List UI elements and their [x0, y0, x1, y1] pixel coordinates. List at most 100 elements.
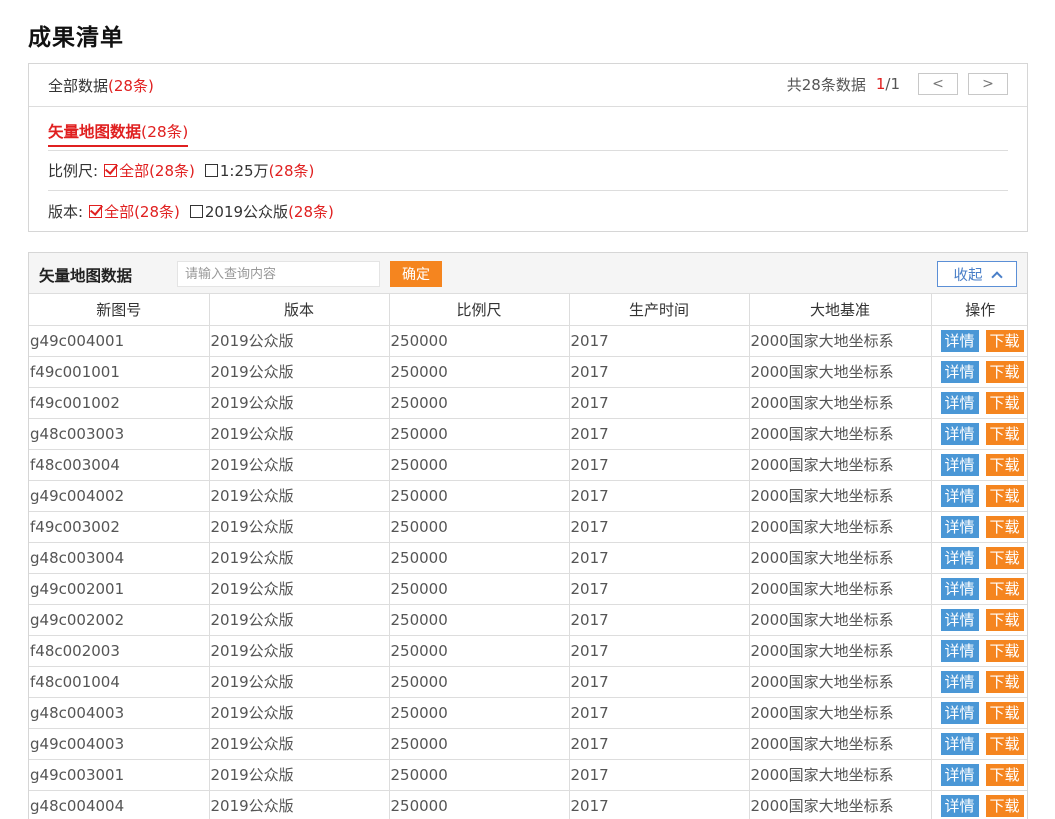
tab-vector-map-data[interactable]: 矢量地图数据(28条)	[48, 120, 189, 147]
version-option-all[interactable]: 全部 (28条)	[89, 201, 180, 222]
cell-map-number: f48c003004	[29, 449, 210, 481]
scale-option-250k[interactable]: 1:25万 (28条)	[204, 160, 314, 181]
prev-page-button[interactable]: <	[918, 73, 958, 95]
cell-actions: 详情 下载	[931, 759, 1027, 791]
cell-production-time: 2017	[569, 480, 750, 512]
divider	[48, 190, 1008, 191]
cell-scale: 250000	[389, 635, 570, 667]
cell-production-time: 2017	[569, 511, 750, 543]
download-button[interactable]: 下载	[985, 329, 1024, 352]
download-button[interactable]: 下载	[985, 608, 1024, 631]
chevron-up-icon	[990, 270, 1003, 283]
download-button[interactable]: 下载	[985, 577, 1024, 600]
cell-scale: 250000	[389, 325, 570, 357]
collapse-label: 收起	[953, 267, 983, 284]
collapse-button[interactable]: 收起	[937, 261, 1017, 287]
detail-button[interactable]: 详情	[940, 701, 979, 724]
download-button[interactable]: 下载	[985, 639, 1024, 662]
search-input[interactable]	[177, 261, 380, 287]
download-button[interactable]: 下载	[985, 794, 1024, 817]
detail-button[interactable]: 详情	[940, 391, 979, 414]
cell-actions: 详情 下载	[931, 511, 1027, 543]
cell-production-time: 2017	[569, 666, 750, 698]
cell-version: 2019公众版	[209, 635, 390, 667]
download-button[interactable]: 下载	[985, 422, 1024, 445]
detail-button[interactable]: 详情	[940, 639, 979, 662]
pager: 共28条数据 1/1 < >	[787, 73, 1008, 95]
column-header: 操作	[931, 294, 1027, 326]
table-body: g49c004001 2019公众版 250000 2017 2000国家大地坐标系 详情…	[29, 325, 1027, 819]
checkbox-checked-icon[interactable]	[89, 205, 103, 218]
cell-scale: 250000	[389, 604, 570, 636]
pager-total-pages: /1	[885, 75, 900, 93]
cell-actions: 详情 下载	[931, 325, 1027, 357]
checkbox-checked-icon[interactable]	[104, 164, 118, 177]
table-row: g49c004002 2019公众版 250000 2017 2000国家大地坐标系 详情…	[29, 480, 1027, 512]
download-button[interactable]: 下载	[985, 515, 1024, 538]
download-button[interactable]: 下载	[985, 546, 1024, 569]
scale-option-all[interactable]: 全部 (28条)	[104, 160, 195, 181]
detail-button[interactable]: 详情	[940, 608, 979, 631]
cell-scale: 250000	[389, 542, 570, 574]
column-header[interactable]: 大地基准	[749, 294, 932, 326]
detail-button[interactable]: 详情	[940, 453, 979, 476]
download-button[interactable]: 下载	[985, 670, 1024, 693]
cell-geodetic-datum: 2000国家大地坐标系	[749, 325, 932, 357]
cell-version: 2019公众版	[209, 759, 390, 791]
cell-version: 2019公众版	[209, 697, 390, 729]
cell-map-number: g49c002002	[29, 604, 210, 636]
detail-button[interactable]: 详情	[940, 670, 979, 693]
all-data-text: 全部数据	[48, 77, 109, 95]
cell-geodetic-datum: 2000国家大地坐标系	[749, 480, 932, 512]
detail-button[interactable]: 详情	[940, 360, 979, 383]
cell-geodetic-datum: 2000国家大地坐标系	[749, 728, 932, 760]
cell-scale: 250000	[389, 573, 570, 605]
checkbox-icon[interactable]	[189, 205, 203, 218]
detail-button[interactable]: 详情	[940, 577, 979, 600]
cell-actions: 详情 下载	[931, 387, 1027, 419]
detail-button[interactable]: 详情	[940, 422, 979, 445]
cell-actions: 详情 下载	[931, 604, 1027, 636]
option-label: 2019公众版	[204, 203, 289, 221]
all-data-count: (28条)	[108, 77, 154, 95]
detail-button[interactable]: 详情	[940, 546, 979, 569]
cell-actions: 详情 下载	[931, 418, 1027, 450]
column-header[interactable]: 新图号	[29, 294, 210, 326]
download-button[interactable]: 下载	[985, 732, 1024, 755]
detail-button[interactable]: 详情	[940, 515, 979, 538]
cell-version: 2019公众版	[209, 728, 390, 760]
download-button[interactable]: 下载	[985, 360, 1024, 383]
option-count: (28条)	[149, 162, 195, 180]
cell-scale: 250000	[389, 480, 570, 512]
next-page-button[interactable]: >	[968, 73, 1008, 95]
cell-production-time: 2017	[569, 542, 750, 574]
download-button[interactable]: 下载	[985, 484, 1024, 507]
cell-production-time: 2017	[569, 635, 750, 667]
download-button[interactable]: 下载	[985, 701, 1024, 724]
checkbox-icon[interactable]	[204, 164, 218, 177]
all-data-label[interactable]: 全部数据(28条)	[48, 75, 154, 96]
download-button[interactable]: 下载	[985, 391, 1024, 414]
cell-geodetic-datum: 2000国家大地坐标系	[749, 356, 932, 388]
cell-scale: 250000	[389, 697, 570, 729]
cell-map-number: f48c002003	[29, 635, 210, 667]
detail-button[interactable]: 详情	[940, 484, 979, 507]
detail-button[interactable]: 详情	[940, 329, 979, 352]
cell-scale: 250000	[389, 759, 570, 791]
column-header[interactable]: 生产时间	[569, 294, 750, 326]
detail-button[interactable]: 详情	[940, 763, 979, 786]
cell-scale: 250000	[389, 790, 570, 819]
cell-actions: 详情 下载	[931, 666, 1027, 698]
table-row: f49c001001 2019公众版 250000 2017 2000国家大地坐标系 详情…	[29, 356, 1027, 388]
download-button[interactable]: 下载	[985, 453, 1024, 476]
version-option-2019-public[interactable]: 2019公众版 (28条)	[189, 201, 334, 222]
column-header[interactable]: 版本	[209, 294, 390, 326]
table-row: f49c003002 2019公众版 250000 2017 2000国家大地坐标系 详情…	[29, 511, 1027, 543]
detail-button[interactable]: 详情	[940, 732, 979, 755]
confirm-button[interactable]: 确定	[390, 261, 442, 287]
column-header[interactable]: 比例尺	[389, 294, 570, 326]
detail-button[interactable]: 详情	[940, 794, 979, 817]
cell-geodetic-datum: 2000国家大地坐标系	[749, 542, 932, 574]
download-button[interactable]: 下载	[985, 763, 1024, 786]
cell-version: 2019公众版	[209, 604, 390, 636]
